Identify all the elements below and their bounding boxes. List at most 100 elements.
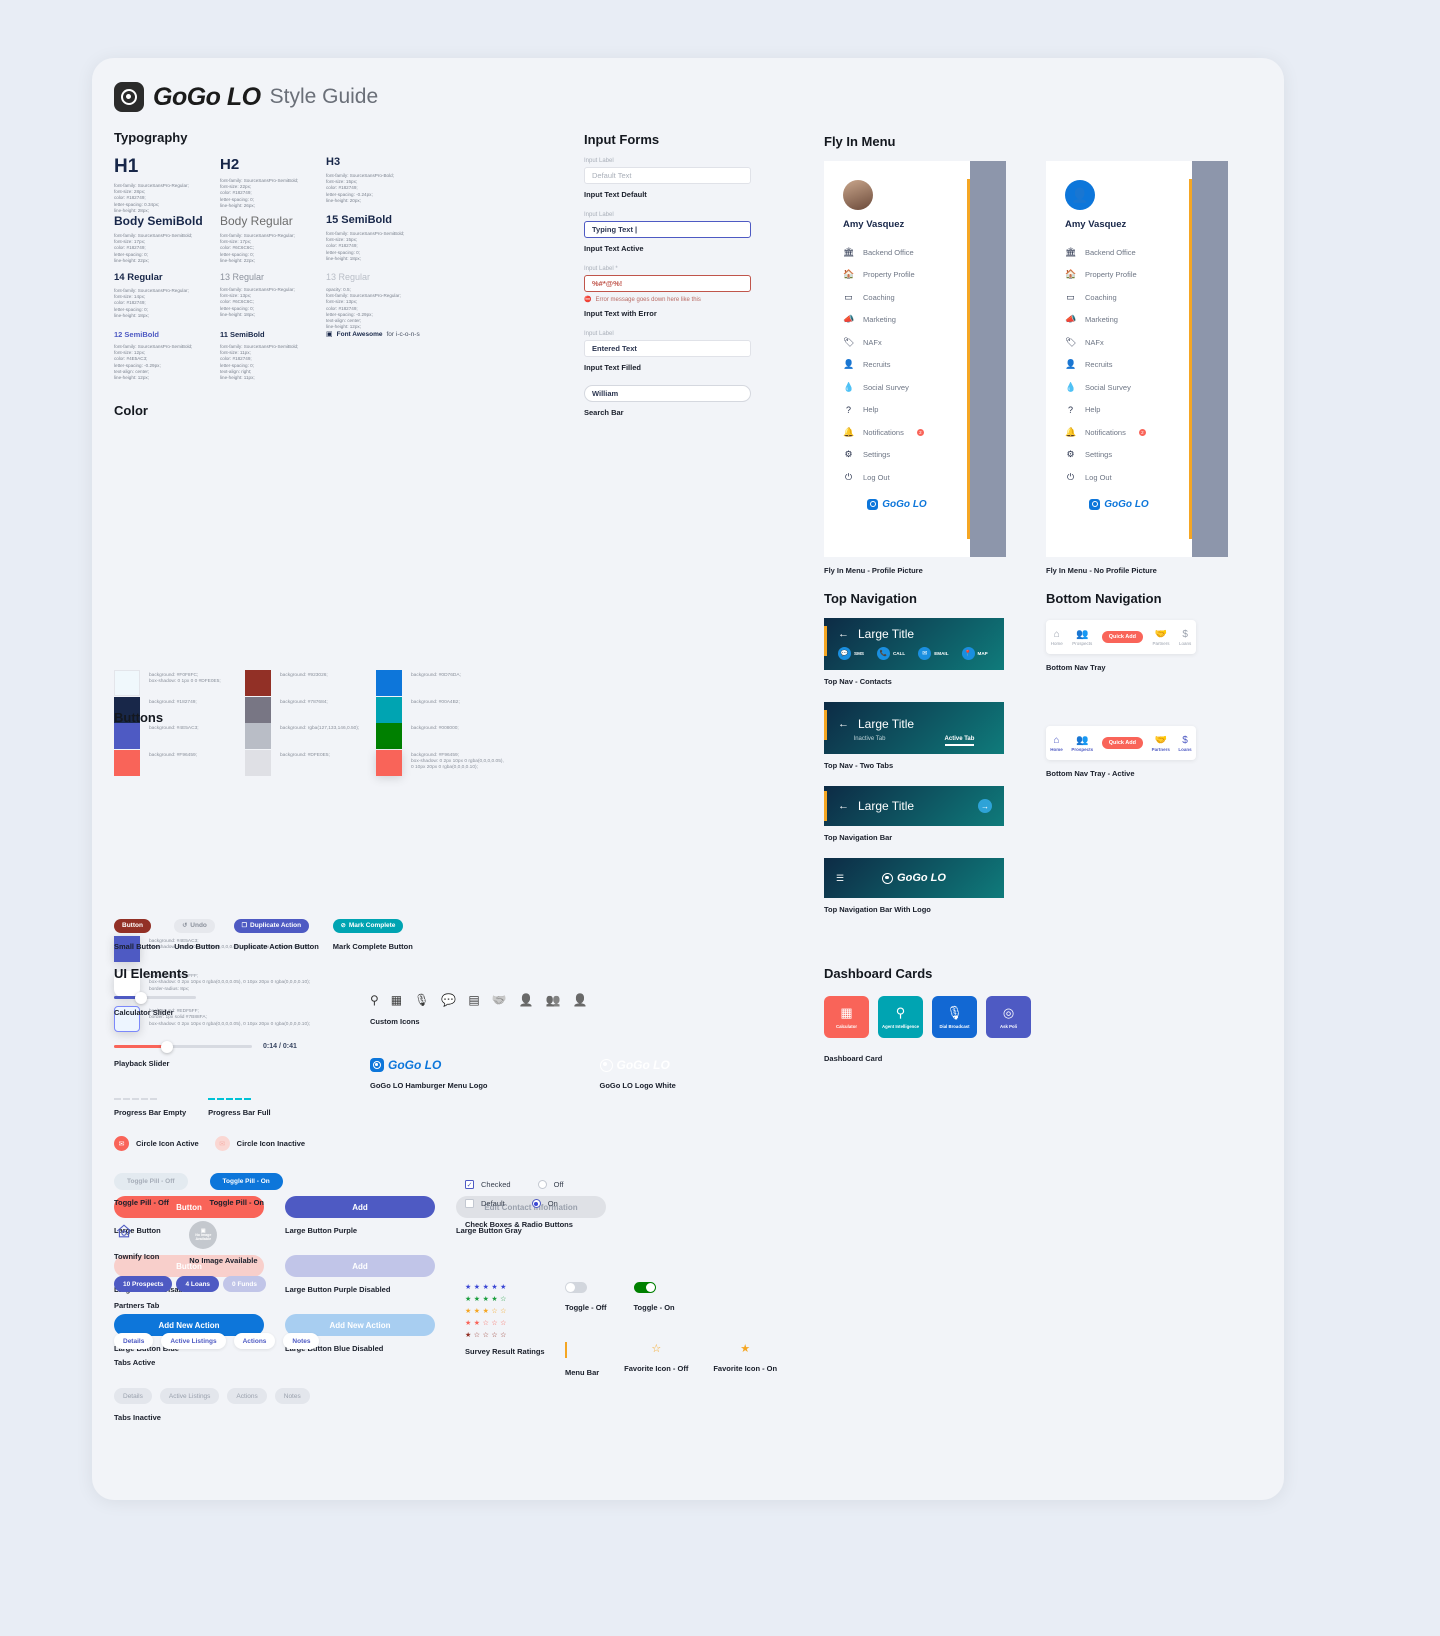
bottom-nav-item[interactable]: $ Loans [1178, 735, 1191, 752]
tab-inactive[interactable]: Details [114, 1388, 152, 1404]
partners-pill[interactable]: 10 Prospects [114, 1276, 173, 1292]
hamburger-icon[interactable]: ☰ [836, 873, 844, 884]
partners-pill[interactable]: 4 Loans [176, 1276, 220, 1292]
fly-in-item[interactable]: 👤 Recruits [1046, 354, 1192, 377]
comment-dollar-icon[interactable]: 💬 [441, 993, 456, 1007]
fly-in-item[interactable]: ⚙ Settings [1046, 444, 1192, 467]
bottom-nav-item[interactable]: ⌂ Home [1051, 629, 1063, 646]
color-swatch: background: #008000; [376, 723, 504, 749]
quick-add-button[interactable]: Quick Add [1101, 631, 1144, 643]
back-arrow-icon[interactable]: ← [838, 800, 849, 812]
envelope-icon[interactable]: ✉ [114, 1136, 129, 1151]
toggle-pill-off[interactable]: Toggle Pill - Off [114, 1173, 188, 1190]
dashboard-card[interactable]: ▦ Calculator [824, 996, 869, 1038]
fly-in-item[interactable]: ? Help [1046, 399, 1192, 422]
fly-in-item[interactable]: ⏻ Log Out [1046, 466, 1192, 489]
dashboard-card[interactable]: 🎙 Dial Broadcast [932, 996, 977, 1038]
bottom-nav-item[interactable]: 🤝 Partners [1152, 629, 1169, 646]
fly-in-profile-caption: Fly In Menu - Profile Picture [824, 566, 923, 575]
radio-on[interactable] [531, 1199, 541, 1208]
fly-in-item[interactable]: 📣 Marketing [1046, 309, 1192, 332]
toggle-on[interactable] [633, 1282, 656, 1293]
color-swatch: background: #00A4B2; [376, 696, 504, 723]
typography-sample-name: 15 SemiBold [326, 214, 393, 226]
large-button[interactable]: Add [285, 1196, 435, 1218]
fly-in-item[interactable]: 🔔 Notifications 2 [824, 421, 970, 444]
fly-in-item[interactable]: 🏠 Property Profile [1046, 264, 1192, 287]
calculator-icon[interactable]: ▦ [391, 993, 402, 1007]
bottom-nav-item[interactable]: ⌂ Home [1050, 735, 1063, 752]
search-dollar-icon[interactable]: ⚲ [370, 993, 379, 1007]
small-button[interactable]: ↺ Undo [174, 918, 215, 933]
tab-active[interactable]: Actions [233, 1333, 276, 1349]
playback-slider[interactable]: 0:14 / 0:41 Playback Slider [114, 1040, 297, 1068]
color-chip [114, 670, 140, 696]
tab-inactive[interactable]: Active Listings [159, 1388, 220, 1404]
forward-arrow-button[interactable]: → [978, 799, 992, 813]
small-button[interactable]: Button [114, 918, 151, 933]
topnav-action[interactable]: 📞 CALL [876, 647, 905, 660]
tab-active[interactable]: Active Listings [161, 1333, 226, 1349]
input-filled[interactable]: Entered Text [584, 340, 751, 357]
quick-add-button[interactable]: Quick Add [1101, 737, 1143, 749]
bottom-nav-item[interactable]: $ Loans [1179, 629, 1191, 646]
large-button[interactable]: Add [285, 1255, 435, 1277]
radio-off[interactable] [537, 1180, 547, 1189]
dashboard-card[interactable]: ◎ Ask Poli [986, 996, 1031, 1038]
topnav-action[interactable]: 📍 MAP [961, 647, 988, 660]
fly-in-item[interactable]: ⏻ Log Out [824, 466, 970, 489]
bottom-nav-item[interactable]: 👥 Prospects [1071, 735, 1093, 752]
small-button[interactable]: ⊘ Mark Complete [332, 918, 404, 933]
users-icon[interactable]: 👥 [546, 993, 561, 1007]
back-arrow-icon[interactable]: ← [838, 628, 849, 640]
fly-in-item[interactable]: 🏛 Backend Office [824, 241, 970, 264]
topnav-action-label: EMAIL [934, 651, 949, 656]
tab-inactive[interactable]: Actions [227, 1388, 267, 1404]
fly-in-item[interactable]: ? Help [824, 399, 970, 422]
fly-in-item[interactable]: 🏛 Backend Office [1046, 241, 1192, 264]
bottom-nav-item[interactable]: 👥 Prospects [1072, 629, 1092, 646]
fly-in-item[interactable]: 🏠 Property Profile [824, 264, 970, 287]
checkbox-default[interactable] [465, 1199, 474, 1208]
input-error[interactable]: %#*@%! [584, 275, 751, 292]
topnav-active-tab[interactable]: Active Tab [944, 736, 975, 746]
fly-in-item[interactable]: ▭ Coaching [824, 286, 970, 309]
toggle-off[interactable] [565, 1282, 587, 1293]
fly-in-item[interactable]: 💧 Social Survey [824, 376, 970, 399]
handshake-icon[interactable]: 🤝 [492, 993, 507, 1007]
tab-active[interactable]: Notes [283, 1333, 320, 1349]
file-invoice-icon[interactable]: ▤ [468, 993, 479, 1007]
checkbox-checked[interactable]: ✓ [465, 1180, 474, 1189]
topnav-action[interactable]: ✉ EMAIL [918, 647, 949, 660]
fly-in-item[interactable]: 📣 Marketing [824, 309, 970, 332]
notification-badge: 2 [916, 428, 924, 436]
tab-inactive[interactable]: Notes [274, 1388, 310, 1404]
fly-in-item[interactable]: 🏷 NAFx [824, 331, 970, 354]
fly-in-item[interactable]: ▭ Coaching [1046, 286, 1192, 309]
microphone-icon[interactable]: 🎙 [414, 993, 429, 1007]
fly-in-item[interactable]: 🔔 Notifications 2 [1046, 421, 1192, 444]
small-button[interactable]: ❐ Duplicate Action [233, 918, 310, 933]
user-chart-icon[interactable]: 👤 [519, 993, 534, 1007]
input-active[interactable]: Typing Text | [584, 221, 751, 238]
fly-in-item[interactable]: 💧 Social Survey [1046, 376, 1192, 399]
tab-active[interactable]: Details [114, 1333, 154, 1349]
partners-pill[interactable]: 0 Funds [223, 1276, 266, 1292]
calculator-slider[interactable]: Calculator Slider [114, 991, 196, 1017]
toggle-off-caption: Toggle - Off [565, 1303, 607, 1312]
envelope-icon-inactive[interactable]: ✉ [214, 1136, 230, 1151]
input-default[interactable]: Default Text [584, 167, 751, 184]
topnav-action[interactable]: 💬 SMS [838, 647, 864, 660]
topnav-inactive-tab[interactable]: Inactive Tab [854, 736, 886, 746]
bottom-nav-item[interactable]: 🤝 Partners [1152, 735, 1170, 752]
back-arrow-icon[interactable]: ← [838, 718, 849, 730]
toggle-pill-on[interactable]: Toggle Pill - On [209, 1173, 283, 1190]
star-filled-icon[interactable]: ★ [713, 1342, 777, 1356]
fly-in-item[interactable]: ⚙ Settings [824, 444, 970, 467]
user-search-icon[interactable]: 👤 [573, 993, 588, 1007]
dashboard-card[interactable]: ⚲ Agent Intelligence [878, 996, 923, 1038]
search-bar[interactable]: William [584, 385, 751, 402]
fly-in-item[interactable]: 🏷 NAFx [1046, 331, 1192, 354]
star-outline-icon[interactable]: ☆ [624, 1342, 688, 1356]
fly-in-item[interactable]: 👤 Recruits [824, 354, 970, 377]
